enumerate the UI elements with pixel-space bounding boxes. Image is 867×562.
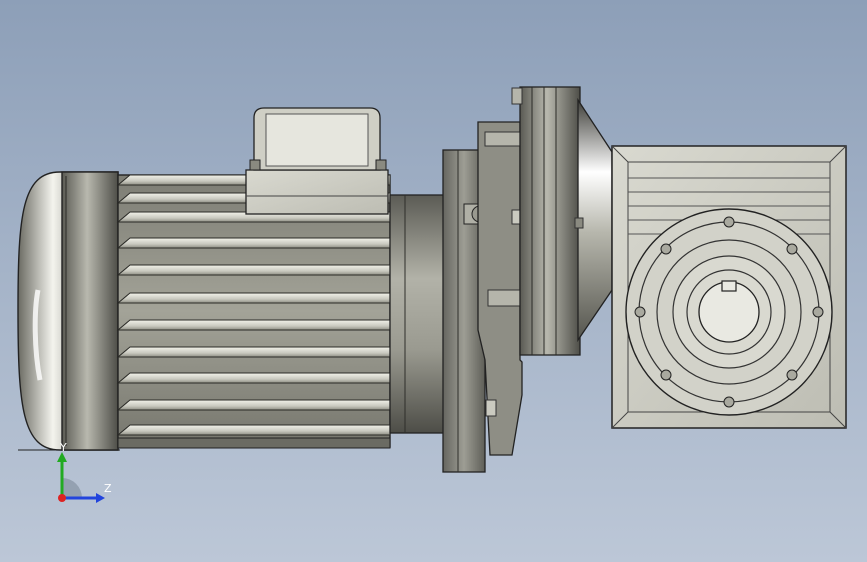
cad-viewport[interactable]: Y Z — [0, 0, 867, 562]
fan-cover[interactable] — [17, 171, 119, 451]
variator-disc[interactable] — [511, 86, 581, 356]
motor-body[interactable] — [116, 174, 391, 449]
terminal-box[interactable] — [245, 107, 389, 215]
axis-triad: Y Z — [57, 441, 112, 503]
worm-gearbox[interactable] — [611, 145, 847, 429]
motor-front-shield[interactable] — [389, 194, 447, 434]
x-axis-icon — [58, 494, 66, 502]
gear-motor-model[interactable] — [0, 0, 867, 562]
z-axis-label: Z — [104, 482, 112, 495]
conical-bell[interactable] — [574, 97, 613, 343]
y-axis-label: Y — [59, 441, 67, 454]
